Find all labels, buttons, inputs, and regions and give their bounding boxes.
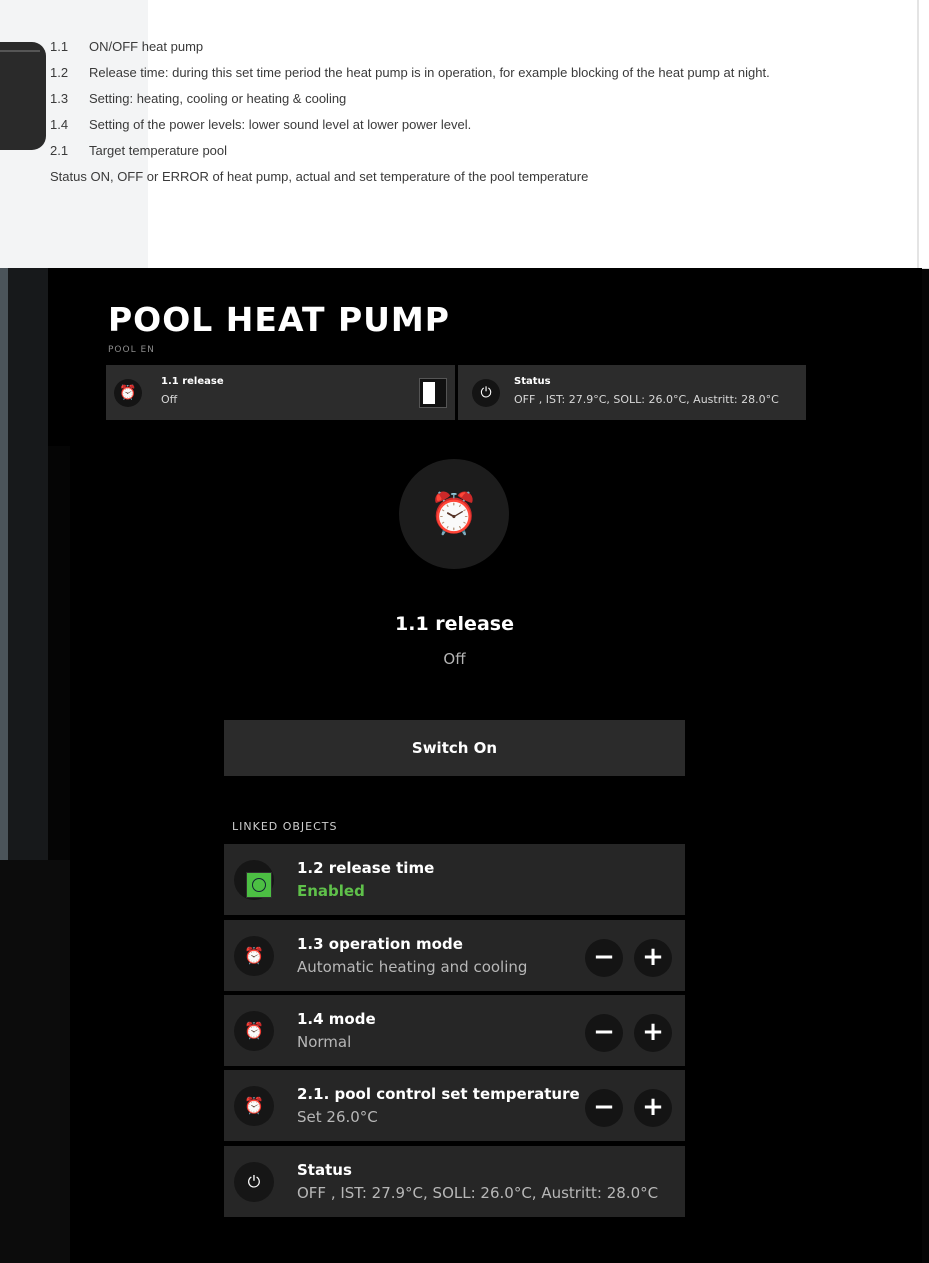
detail-state: Off	[443, 650, 466, 668]
item-number: 1.3	[50, 91, 69, 106]
linked-item-release-time[interactable]: 1.2 release time Enabled	[224, 844, 685, 915]
status-tile[interactable]: ⏻ Status OFF , IST: 27.9°C, SOLL: 26.0°C…	[458, 365, 806, 420]
side-tab	[0, 42, 46, 150]
tile-value: Off	[161, 393, 178, 406]
release-toggle[interactable]	[419, 378, 447, 408]
instruction-list: 1.1 ON/OFF heat pump 1.2 Release time: d…	[50, 38, 910, 194]
instruction-item: 2.1 Target temperature pool	[50, 142, 910, 160]
alarm-fire-icon: ⏰	[234, 1011, 274, 1051]
linked-value: OFF , IST: 27.9°C, SOLL: 26.0°C, Austrit…	[297, 1184, 659, 1202]
detail-title: 1.1 release	[395, 613, 514, 635]
release-tile[interactable]: ⏰ 1.1 release Off	[106, 365, 455, 420]
page-subtitle: POOL EN	[108, 345, 155, 355]
instruction-item: 1.2 Release time: during this set time p…	[50, 64, 910, 82]
instruction-item: 1.3 Setting: heating, cooling or heating…	[50, 90, 910, 108]
tile-title: Status	[514, 376, 551, 387]
linked-title: 1.4 mode	[297, 1010, 376, 1028]
alarm-fire-icon: ⏰	[114, 379, 142, 407]
clock-icon	[246, 872, 272, 898]
left-gutter	[0, 268, 8, 860]
power-icon: ⏻	[472, 379, 500, 407]
alarm-fire-icon: ⏰	[234, 1086, 274, 1126]
clock-icon-wrap	[234, 860, 274, 900]
item-text: Setting: heating, cooling or heating & c…	[89, 91, 347, 106]
left-gutter-bottom	[0, 860, 70, 1263]
power-icon: ⏻	[234, 1162, 274, 1202]
linked-value: Enabled	[297, 882, 365, 900]
increase-button[interactable]: +	[634, 1089, 672, 1127]
linked-title: Status	[297, 1161, 352, 1179]
instruction-item: 1.1 ON/OFF heat pump	[50, 38, 910, 56]
item-text: Setting of the power levels: lower sound…	[89, 117, 472, 132]
linked-item-set-temperature[interactable]: ⏰ 2.1. pool control set temperature Set …	[224, 1070, 685, 1141]
item-text: Target temperature pool	[89, 143, 228, 158]
instruction-item: 1.4 Setting of the power levels: lower s…	[50, 116, 910, 134]
tile-title: 1.1 release	[161, 376, 224, 387]
instruction-sheet: 1.1 ON/OFF heat pump 1.2 Release time: d…	[0, 0, 929, 269]
alarm-fire-icon: ⏰	[399, 459, 509, 569]
switch-on-button[interactable]: Switch On	[224, 720, 685, 776]
increase-button[interactable]: +	[634, 1014, 672, 1052]
decrease-button[interactable]: −	[585, 939, 623, 977]
item-number: 1.1	[50, 39, 69, 54]
linked-title: 1.2 release time	[297, 859, 435, 877]
linked-value: Set 26.0°C	[297, 1108, 378, 1126]
linked-title: 1.3 operation mode	[297, 935, 463, 953]
decrease-button[interactable]: −	[585, 1014, 623, 1052]
linked-title: 2.1. pool control set temperature	[297, 1085, 580, 1103]
linked-value: Automatic heating and cooling	[297, 958, 528, 976]
linked-item-status[interactable]: ⏻ Status OFF , IST: 27.9°C, SOLL: 26.0°C…	[224, 1146, 685, 1217]
sheet-edge	[917, 0, 919, 268]
left-gutter-shadow	[8, 268, 48, 860]
linked-item-operation-mode[interactable]: ⏰ 1.3 operation mode Automatic heating a…	[224, 920, 685, 991]
tile-value: OFF , IST: 27.9°C, SOLL: 26.0°C, Austrit…	[514, 393, 779, 406]
decrease-button[interactable]: −	[585, 1089, 623, 1127]
linked-item-mode[interactable]: ⏰ 1.4 mode Normal − +	[224, 995, 685, 1066]
alarm-fire-icon: ⏰	[234, 936, 274, 976]
page-title: POOL HEAT PUMP	[108, 300, 450, 339]
item-number: 2.1	[50, 143, 69, 158]
linked-objects-label: LINKED OBJECTS	[232, 820, 338, 833]
item-number: 1.2	[50, 65, 69, 80]
item-number: 1.4	[50, 117, 69, 132]
status-note-text: Status ON, OFF or ERROR of heat pump, ac…	[50, 169, 589, 184]
increase-button[interactable]: +	[634, 939, 672, 977]
status-note: Status ON, OFF or ERROR of heat pump, ac…	[50, 168, 910, 186]
toggle-knob	[423, 382, 435, 404]
item-text: Release time: during this set time perio…	[89, 65, 770, 80]
item-text: ON/OFF heat pump	[89, 39, 204, 54]
linked-value: Normal	[297, 1033, 352, 1051]
